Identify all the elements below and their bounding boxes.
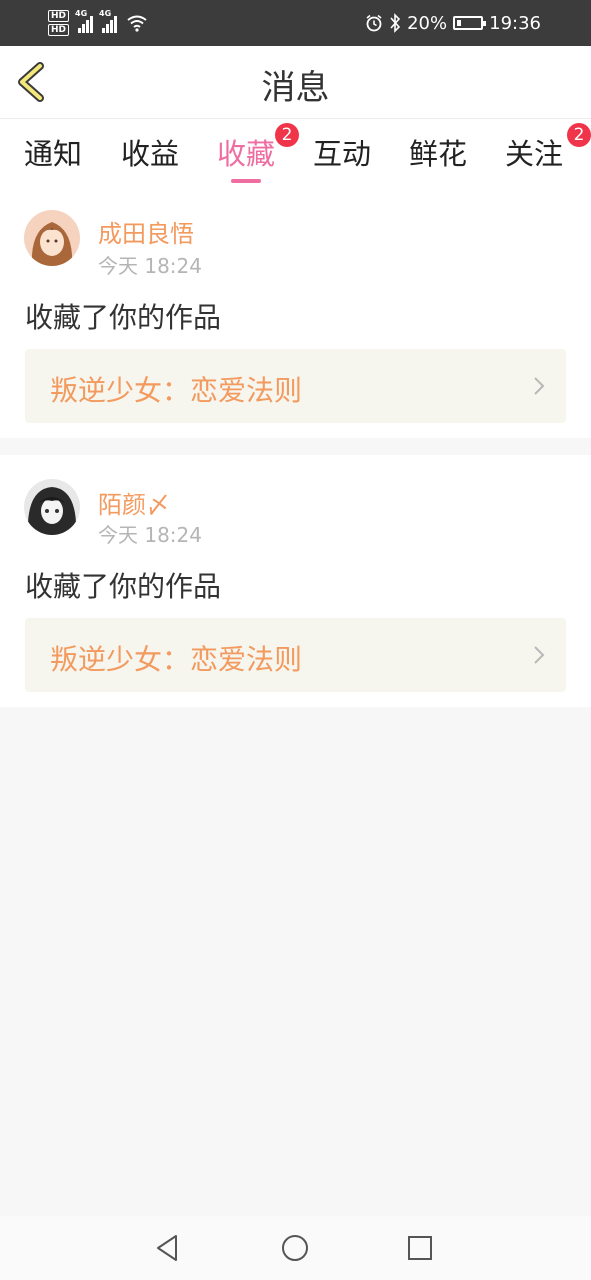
- chevron-right-icon: [534, 377, 545, 395]
- active-tab-indicator: [231, 179, 262, 183]
- page-title: 消息: [261, 68, 330, 108]
- user-avatar[interactable]: [24, 210, 80, 266]
- message-action: 收藏了你的作品: [25, 301, 222, 334]
- system-nav-bar: [0, 1216, 591, 1280]
- work-link[interactable]: 叛逆少女：恋爱法则: [25, 349, 566, 423]
- username[interactable]: 成田良悟: [98, 214, 194, 249]
- tab-label: 关注: [505, 137, 564, 171]
- status-left: HD HD 4G 4G: [48, 6, 147, 40]
- wifi-icon: [127, 15, 147, 32]
- username[interactable]: 陌颜〆: [98, 485, 170, 520]
- app-header: 消息: [0, 46, 591, 119]
- chevron-right-icon: [534, 646, 545, 664]
- user-avatar[interactable]: [24, 479, 80, 535]
- tab-label: 收藏: [217, 137, 276, 171]
- work-title: 叛逆少女：恋爱法则: [50, 374, 303, 407]
- tab-interactions[interactable]: 互动: [313, 131, 371, 173]
- tab-label: 通知: [24, 137, 83, 171]
- battery-icon: [453, 16, 487, 30]
- tab-earnings[interactable]: 收益: [121, 131, 179, 173]
- message-tabs: 通知 收益 收藏 2 互动 鲜花 关注 2: [0, 119, 591, 190]
- tab-label: 互动: [313, 137, 372, 171]
- alarm-icon: [366, 14, 382, 32]
- back-nav-icon[interactable]: [152, 1232, 184, 1264]
- home-nav-icon[interactable]: [279, 1232, 311, 1264]
- status-right: 20% 19:36: [359, 0, 541, 46]
- message-card: 成田良悟 今天 18:24 收藏了你的作品 叛逆少女：恋爱法则: [0, 190, 591, 438]
- tab-label: 收益: [121, 137, 180, 171]
- hd-sim2-icon: HD: [48, 24, 70, 36]
- tab-label: 鲜花: [409, 137, 468, 171]
- tab-flowers[interactable]: 鲜花: [409, 131, 467, 173]
- clock: 19:36: [489, 12, 541, 34]
- status-bar: HD HD 4G 4G 20% 19:36: [0, 0, 591, 46]
- hd-sim1-icon: HD: [48, 10, 70, 22]
- tab-favorites[interactable]: 收藏 2: [217, 123, 300, 183]
- battery-percent: 20%: [407, 12, 448, 34]
- message-action: 收藏了你的作品: [25, 570, 222, 603]
- work-title: 叛逆少女：恋爱法则: [50, 643, 303, 676]
- network-type-2: 4G: [99, 9, 112, 18]
- work-link[interactable]: 叛逆少女：恋爱法则: [25, 618, 566, 692]
- battery-fill: [457, 20, 462, 26]
- hd-indicators: HD HD: [48, 10, 70, 36]
- signal-sim1-icon: 4G: [75, 9, 94, 33]
- message-card: 陌颜〆 今天 18:24 收藏了你的作品 叛逆少女：恋爱法则: [0, 455, 591, 707]
- bluetooth-icon: [390, 13, 401, 33]
- tab-follows[interactable]: 关注 2: [505, 123, 591, 173]
- message-time: 今天 18:24: [98, 523, 202, 547]
- follows-badge: 2: [567, 123, 591, 147]
- network-type-1: 4G: [75, 9, 88, 18]
- signal-sim2-icon: 4G: [99, 9, 118, 33]
- message-time: 今天 18:24: [98, 254, 202, 278]
- tab-notifications[interactable]: 通知: [24, 131, 82, 173]
- favorites-badge: 2: [275, 123, 300, 147]
- recents-nav-icon[interactable]: [404, 1232, 436, 1264]
